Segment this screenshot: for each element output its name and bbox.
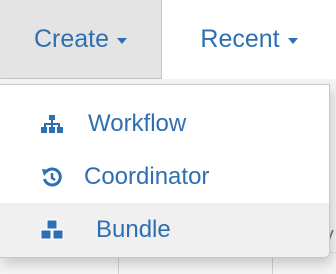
- caret-down-icon: [117, 37, 128, 44]
- menu-item-label: Coordinator: [84, 163, 210, 190]
- menu-item-workflow[interactable]: Workflow: [0, 98, 329, 150]
- caret-down-icon: [287, 38, 298, 44]
- history-icon: [40, 165, 64, 189]
- menu-item-bundle[interactable]: Bundle: [0, 203, 329, 257]
- cubes-icon: [40, 218, 64, 242]
- create-label: Create: [33, 24, 110, 53]
- recent-label: Recent: [200, 25, 280, 53]
- create-dropdown-menu: Workflow Coordinator Bundle: [0, 84, 330, 258]
- menu-item-coordinator[interactable]: Coordinator: [0, 151, 329, 203]
- create-dropdown-button[interactable]: Create: [0, 0, 162, 79]
- recent-dropdown-button[interactable]: Recent: [162, 0, 336, 79]
- menu-item-label: Bundle: [96, 216, 171, 243]
- sitemap-icon: [40, 112, 64, 136]
- menu-item-label: Workflow: [88, 110, 187, 137]
- top-navbar: Create Recent: [0, 0, 336, 80]
